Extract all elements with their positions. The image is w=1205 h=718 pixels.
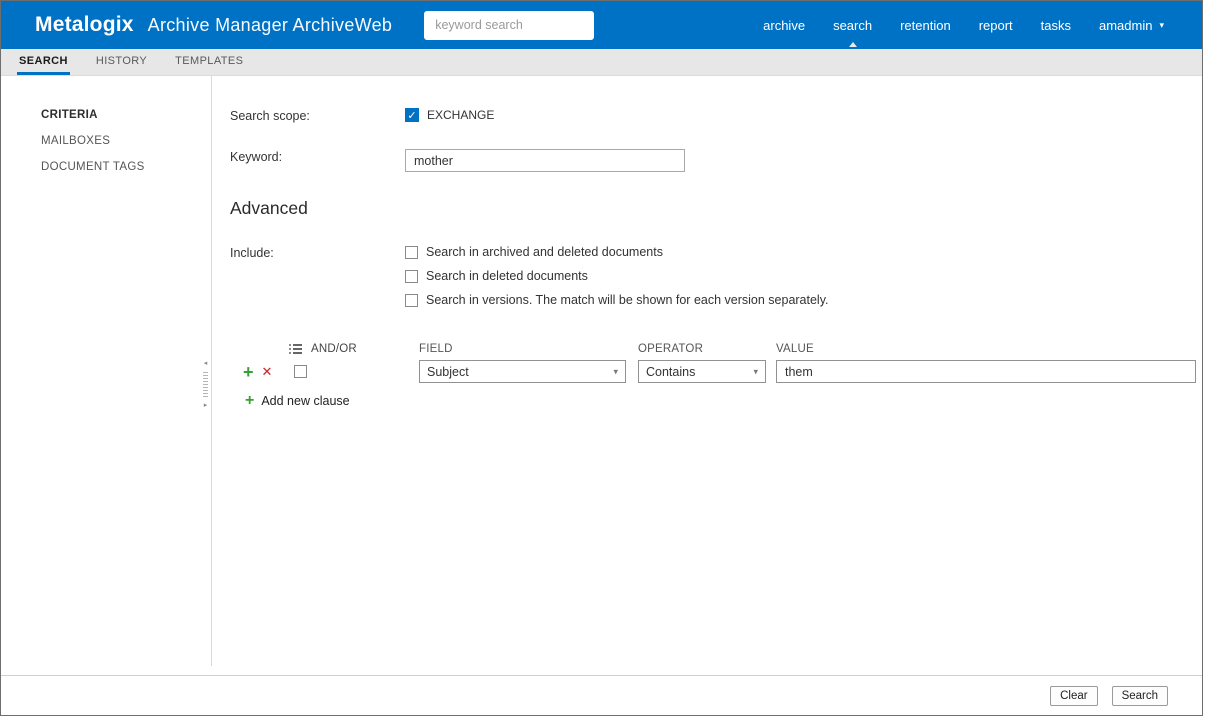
footer-bar: Clear Search: [1, 675, 1202, 715]
clause-row-checkbox[interactable]: [294, 365, 308, 378]
keyword-search-input[interactable]: [424, 10, 595, 40]
exchange-checkbox-group[interactable]: EXCHANGE: [405, 108, 494, 122]
sidebar-item-criteria[interactable]: CRITERIA: [1, 109, 211, 121]
value-column-header: VALUE: [776, 343, 814, 355]
sidebar: CRITERIA MAILBOXES DOCUMENT TAGS: [1, 76, 211, 675]
collapse-left-icon[interactable]: ◂: [204, 360, 208, 368]
clause-builder: AND/OR FIELD OPERATOR VALUE + ✕ Subject …: [243, 343, 1202, 410]
nav-search-label: search: [833, 17, 873, 33]
exchange-checkbox-label: EXCHANGE: [427, 108, 495, 122]
clause-value-input[interactable]: [776, 360, 1196, 383]
field-column-header: FIELD: [419, 343, 453, 355]
tab-history[interactable]: HISTORY: [94, 49, 149, 75]
keyword-label: Keyword:: [230, 150, 283, 164]
tab-bar: SEARCH HISTORY TEMPLATES: [1, 49, 1202, 76]
include-option-versions[interactable]: Search in versions. The match will be sh…: [405, 293, 829, 307]
include-options: Search in archived and deleted documents…: [405, 245, 829, 307]
add-new-clause-label: Add new clause: [261, 394, 350, 408]
tab-templates[interactable]: TEMPLATES: [173, 49, 245, 75]
operator-select-value: Contains: [646, 364, 696, 379]
sidebar-item-document-tags[interactable]: DOCUMENT TAGS: [1, 161, 211, 173]
exchange-checkbox[interactable]: [405, 108, 419, 122]
search-button[interactable]: Search: [1111, 685, 1168, 706]
sidebar-item-mailboxes[interactable]: MAILBOXES: [1, 135, 211, 147]
and-or-header: AND/OR: [243, 343, 419, 355]
content-area: CRITERIA MAILBOXES DOCUMENT TAGS ◂ ▸ Sea…: [1, 76, 1202, 675]
top-nav: archive search retention report tasks am…: [749, 1, 1202, 49]
include-option-archived-deleted[interactable]: Search in archived and deleted documents: [405, 245, 829, 259]
keyword-row: Keyword:: [230, 149, 1202, 172]
remove-clause-icon[interactable]: ✕: [262, 365, 273, 378]
nav-tasks[interactable]: tasks: [1027, 1, 1085, 49]
plus-icon: +: [245, 392, 255, 409]
active-nav-caret-icon: [848, 42, 857, 47]
clause-row-tools: + ✕: [243, 363, 419, 381]
archived-deleted-label: Search in archived and deleted documents: [426, 245, 663, 259]
archiveweb-window: Metalogix Archive Manager ArchiveWeb arc…: [0, 0, 1203, 716]
include-row: Include: Search in archived and deleted …: [230, 245, 1202, 307]
field-select-value: Subject: [427, 364, 469, 379]
add-clause-icon[interactable]: +: [243, 363, 254, 381]
metalogix-logo: Metalogix: [35, 13, 134, 36]
keyword-input[interactable]: [405, 149, 685, 172]
field-select[interactable]: Subject ▾: [419, 360, 626, 383]
nav-retention[interactable]: retention: [886, 1, 965, 49]
clause-list-icon: [289, 344, 302, 354]
resize-grip-icon[interactable]: [203, 372, 208, 398]
tab-search[interactable]: SEARCH: [17, 49, 70, 75]
search-scope-row: Search scope: EXCHANGE: [230, 108, 1202, 123]
nav-report[interactable]: report: [965, 1, 1027, 49]
nav-search[interactable]: search: [819, 1, 886, 49]
user-menu[interactable]: amadmin ▾: [1085, 1, 1178, 49]
versions-label: Search in versions. The match will be sh…: [426, 293, 829, 307]
nav-archive[interactable]: archive: [749, 1, 819, 49]
collapse-right-icon[interactable]: ▸: [204, 402, 208, 410]
app-title: Archive Manager ArchiveWeb: [147, 14, 393, 35]
clause-grid: AND/OR FIELD OPERATOR VALUE + ✕ Subject …: [243, 343, 1202, 383]
dropdown-arrow-icon: ▾: [753, 366, 758, 376]
include-label: Include:: [230, 246, 274, 260]
app-header: Metalogix Archive Manager ArchiveWeb arc…: [1, 1, 1202, 49]
add-new-clause-button[interactable]: + Add new clause: [243, 392, 350, 410]
deleted-label: Search in deleted documents: [426, 269, 588, 283]
dropdown-arrow-icon: ▾: [613, 366, 618, 376]
search-scope-label: Search scope:: [230, 109, 310, 123]
versions-checkbox[interactable]: [405, 293, 418, 307]
operator-select[interactable]: Contains ▾: [638, 360, 766, 383]
advanced-heading: Advanced: [230, 198, 308, 218]
search-criteria-panel: Search scope: EXCHANGE Keyword: Advanced…: [211, 76, 1202, 675]
archived-deleted-checkbox[interactable]: [405, 245, 418, 259]
clear-button[interactable]: Clear: [1050, 685, 1098, 706]
and-or-label: AND/OR: [311, 343, 357, 355]
user-menu-label: amadmin: [1099, 17, 1153, 33]
chevron-down-icon: ▾: [1159, 19, 1164, 30]
include-option-deleted[interactable]: Search in deleted documents: [405, 269, 829, 283]
operator-column-header: OPERATOR: [638, 343, 704, 355]
deleted-checkbox[interactable]: [405, 269, 418, 283]
